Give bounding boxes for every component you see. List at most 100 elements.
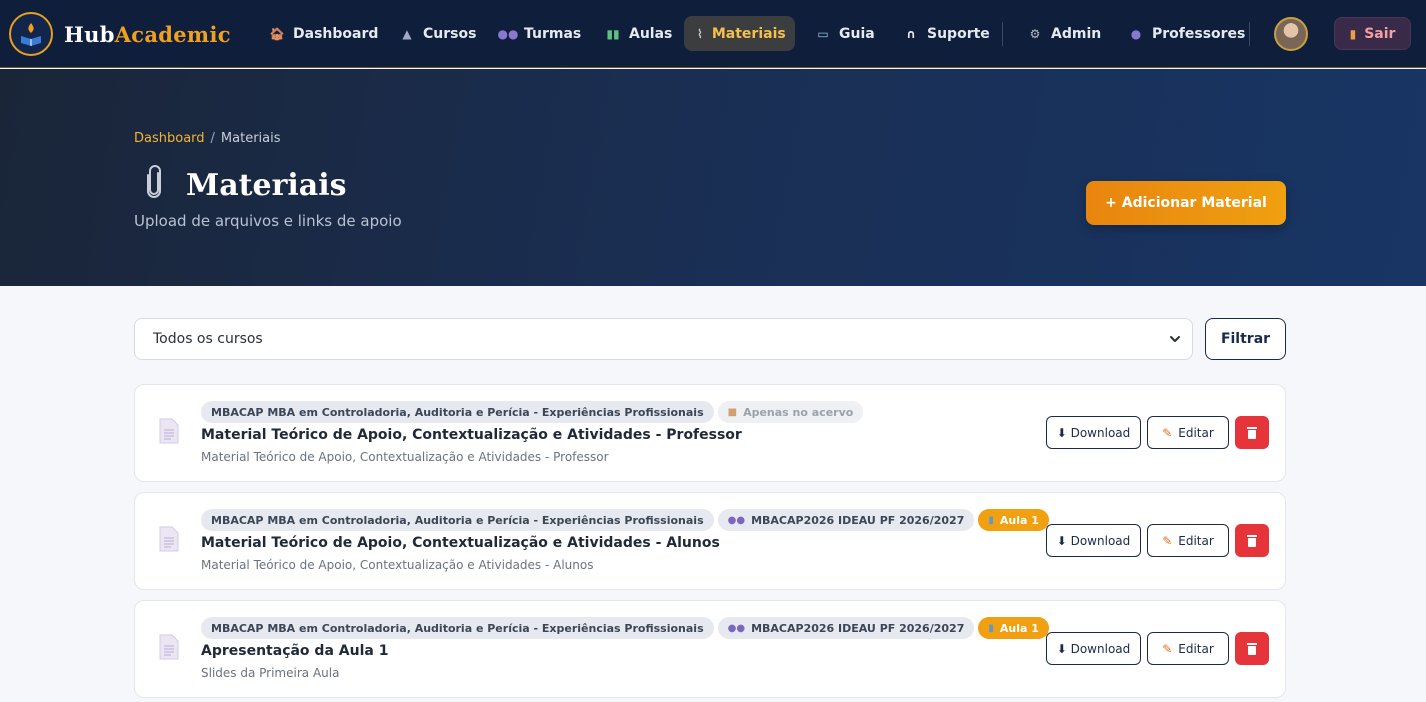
material-title: Apresentação da Aula 1	[201, 643, 389, 659]
archive-badge-label: Apenas no acervo	[743, 405, 854, 419]
material-card: MBACAP MBA em Controladoria, Auditoria e…	[134, 384, 1286, 482]
course-badge: MBACAP MBA em Controladoria, Auditoria e…	[201, 509, 714, 531]
nav-item-label: Suporte	[927, 25, 990, 42]
document-icon	[159, 526, 179, 552]
logout-label: Sair	[1364, 25, 1396, 42]
trash-icon	[1247, 427, 1257, 439]
nav-item-suporte[interactable]: ∩ Suporte	[891, 16, 1003, 51]
avatar[interactable]	[1274, 17, 1308, 51]
brand-logo-icon	[9, 12, 53, 56]
course-select[interactable]: Todos os cursos	[134, 318, 1193, 360]
breadcrumb-current: Materiais	[220, 131, 281, 146]
nav-item-label: Aulas	[629, 25, 673, 42]
class-badge-label: MBACAP2026 IDEAU PF 2026/2027	[751, 621, 965, 635]
headset-icon: ∩	[906, 26, 916, 41]
material-title: Material Teórico de Apoio, Contextualiza…	[201, 427, 742, 443]
class-badge: ●● MBACAP2026 IDEAU PF 2026/2027	[717, 617, 975, 639]
trash-icon	[1247, 643, 1257, 655]
lesson-badge: ▮ Aula 1	[978, 509, 1049, 531]
class-badge: ●● MBACAP2026 IDEAU PF 2026/2027	[717, 509, 975, 531]
breadcrumb-separator: /	[210, 131, 215, 146]
material-badges: MBACAP MBA em Controladoria, Auditoria e…	[201, 401, 864, 423]
door-icon: ▮	[1349, 26, 1357, 41]
paperclip-icon	[134, 165, 174, 206]
nav-item-label: Materiais	[711, 25, 786, 42]
page-header: Dashboard / Materiais Materiais Upload de …	[0, 69, 1426, 286]
nav-divider	[1002, 22, 1003, 46]
people-icon: ●●	[727, 622, 746, 634]
gear-icon: ⚙	[1029, 26, 1041, 41]
edit-label: Editar	[1178, 533, 1214, 548]
breadcrumb-dashboard-link[interactable]: Dashboard	[134, 131, 205, 146]
nav-item-materiais[interactable]: ⌇ Materiais	[684, 16, 795, 51]
lesson-badge-label: Aula 1	[999, 513, 1039, 527]
pencil-icon: ✎	[1162, 425, 1173, 440]
edit-button[interactable]: ✎ Editar	[1147, 524, 1229, 557]
material-card: MBACAP MBA em Controladoria, Auditoria e…	[134, 492, 1286, 590]
download-button[interactable]: ⬇ Download	[1046, 632, 1141, 665]
material-description: Material Teórico de Apoio, Contextualiza…	[201, 558, 594, 572]
delete-button[interactable]	[1235, 524, 1269, 557]
material-card: MBACAP MBA em Controladoria, Auditoria e…	[134, 600, 1286, 698]
brand-name: HubAcademic	[64, 22, 231, 47]
brand-name-hub: Hub	[64, 21, 115, 47]
archive-badge: ■ Apenas no acervo	[717, 401, 864, 423]
add-material-button[interactable]: + Adicionar Material	[1086, 181, 1286, 225]
chevron-down-icon	[1170, 336, 1180, 342]
pencil-icon: ✎	[1162, 533, 1173, 548]
books-icon: ▮	[988, 514, 994, 526]
trash-icon	[1247, 535, 1257, 547]
document-icon	[159, 418, 179, 444]
people-icon: ●●	[497, 26, 519, 41]
material-badges: MBACAP MBA em Controladoria, Auditoria e…	[201, 509, 1049, 531]
document-icon	[159, 634, 179, 660]
lesson-badge: ▮ Aula 1	[978, 617, 1049, 639]
course-badge: MBACAP MBA em Controladoria, Auditoria e…	[201, 401, 714, 423]
delete-button[interactable]	[1235, 416, 1269, 449]
nav-item-label: Professores	[1152, 25, 1246, 42]
nav-item-label: Turmas	[524, 25, 582, 42]
pencil-icon: ✎	[1162, 641, 1173, 656]
nav-item-cursos[interactable]: ▲ Cursos	[387, 16, 489, 51]
edit-button[interactable]: ✎ Editar	[1147, 416, 1229, 449]
nav-item-professores[interactable]: ● Professores	[1116, 16, 1258, 51]
nav-item-turmas[interactable]: ●● Turmas	[488, 16, 594, 51]
download-button[interactable]: ⬇ Download	[1046, 416, 1141, 449]
top-navbar: HubAcademic 🏠︎ Dashboard ▲ Cursos ●● Tur…	[0, 0, 1426, 68]
people-icon: ●●	[727, 514, 746, 526]
edit-label: Editar	[1178, 641, 1214, 656]
nav-item-label: Admin	[1051, 25, 1102, 42]
filter-button[interactable]: Filtrar	[1205, 318, 1286, 360]
page-title: Materiais	[134, 165, 347, 206]
nav-divider	[1249, 22, 1250, 46]
nav-item-guia[interactable]: ▭ Guia	[803, 16, 888, 51]
open-book-icon: ▭	[817, 26, 829, 41]
breadcrumb: Dashboard / Materiais	[134, 131, 281, 146]
box-icon: ■	[727, 406, 738, 418]
house-icon: 🏠︎	[269, 26, 285, 41]
books-icon: ▮▮	[606, 26, 620, 41]
person-icon: ●	[1130, 26, 1142, 41]
brand[interactable]: HubAcademic	[9, 12, 231, 56]
page-subtitle: Upload de arquivos e links de apoio	[134, 212, 402, 230]
logout-button[interactable]: ▮ Sair	[1334, 17, 1411, 50]
nav-item-label: Dashboard	[293, 25, 379, 42]
brand-name-academic: Academic	[114, 21, 231, 47]
edit-button[interactable]: ✎ Editar	[1147, 632, 1229, 665]
nav-item-aulas[interactable]: ▮▮ Aulas	[593, 16, 685, 51]
nav-item-admin[interactable]: ⚙ Admin	[1015, 16, 1114, 51]
lesson-badge-label: Aula 1	[999, 621, 1039, 635]
material-badges: MBACAP MBA em Controladoria, Auditoria e…	[201, 617, 1049, 639]
nav-item-label: Guia	[839, 25, 875, 42]
download-button[interactable]: ⬇ Download	[1046, 524, 1141, 557]
delete-button[interactable]	[1235, 632, 1269, 665]
edit-label: Editar	[1178, 425, 1214, 440]
nav-item-dashboard[interactable]: 🏠︎ Dashboard	[257, 16, 391, 51]
material-description: Slides da Primeira Aula	[201, 666, 340, 680]
material-title: Material Teórico de Apoio, Contextualiza…	[201, 535, 720, 551]
graduation-icon: ▲	[402, 26, 412, 41]
class-badge-label: MBACAP2026 IDEAU PF 2026/2027	[751, 513, 965, 527]
paperclip-icon: ⌇	[697, 26, 703, 41]
course-select-value: Todos os cursos	[153, 331, 263, 347]
nav-item-label: Cursos	[423, 25, 477, 42]
